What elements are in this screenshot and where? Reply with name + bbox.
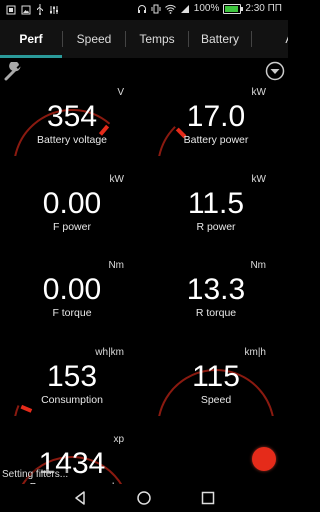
- gauge-consumption[interactable]: wh|km 153 Consumption: [0, 330, 144, 416]
- tab-battery[interactable]: Battery: [189, 20, 251, 58]
- gauge-value: 0.00: [42, 187, 102, 220]
- gauge-value: 17.0: [186, 100, 246, 133]
- signal-icon: [180, 5, 189, 13]
- gauge-unit: Nm: [108, 260, 124, 271]
- gauge-unit: wh|km: [95, 347, 124, 358]
- gauge-unit: xp: [113, 434, 124, 445]
- gauge-value: 354: [46, 100, 98, 133]
- headphones-icon: [137, 5, 146, 13]
- gauge-value: 0.00: [42, 273, 102, 306]
- gauge-value: 11.5: [187, 187, 245, 220]
- gauge-label: R power: [196, 221, 236, 233]
- gauge-label: F torque: [52, 307, 92, 319]
- gauge-speed[interactable]: km|h 115 Speed: [144, 330, 288, 416]
- gauge-label: R torque: [195, 307, 237, 319]
- gauge-label: Battery power: [183, 134, 249, 146]
- battery-percent: 100%: [193, 3, 220, 14]
- recents-icon[interactable]: [200, 490, 216, 506]
- gauge-unit: kW: [109, 174, 124, 185]
- gauge-label: F power: [53, 221, 91, 233]
- status-bar: 100% 2:30 ПП: [0, 0, 288, 20]
- image-icon: [21, 5, 31, 14]
- tab-temps[interactable]: Temps: [126, 20, 188, 58]
- gauge-value: 115: [192, 360, 240, 393]
- gauge-unit: kW: [251, 174, 266, 185]
- battery-icon: [223, 4, 244, 14]
- home-icon[interactable]: [136, 490, 152, 506]
- gauge-unit: km|h: [244, 347, 267, 358]
- gauge-label: Battery voltage: [36, 134, 108, 146]
- gauge-label: Speed: [200, 394, 232, 406]
- toast-message: Setting filters...: [0, 469, 71, 480]
- gauge-needle: [20, 404, 33, 413]
- tab-divider: [251, 31, 252, 47]
- gauge-f-torque[interactable]: Nm 0.00 F torque: [0, 243, 144, 329]
- settings-icon: [50, 5, 58, 14]
- gauge-value: 153: [46, 360, 98, 393]
- tab-perf[interactable]: Perf: [0, 20, 62, 58]
- gauge-progress-arc: [14, 405, 20, 416]
- tab-speed[interactable]: Speed: [63, 20, 125, 58]
- tab-bar: Perf Speed Temps Battery All: [0, 20, 288, 58]
- back-icon[interactable]: [72, 490, 88, 506]
- usb-icon: [37, 4, 43, 15]
- app-icon: [6, 5, 16, 14]
- battery-fill: [225, 6, 239, 12]
- tab-all[interactable]: All: [272, 20, 288, 58]
- tab-active-indicator: [0, 55, 62, 58]
- gauge-unit: kW: [251, 87, 266, 98]
- gauge-label: Consumption: [41, 394, 103, 406]
- vibrate-icon: [151, 4, 161, 14]
- gauge-battery-voltage[interactable]: V 354 Battery voltage: [0, 70, 144, 156]
- gauge-unit: Nm: [250, 260, 266, 271]
- gauge-f-power[interactable]: kW 0.00 F power: [0, 157, 144, 243]
- gauge-r-power[interactable]: kW 11.5 R power: [144, 157, 288, 243]
- gauge-unit: V: [117, 87, 124, 98]
- record-button[interactable]: [252, 447, 276, 471]
- wifi-icon: [164, 4, 176, 14]
- clock: 2:30 ПП: [245, 3, 282, 14]
- gauge-value: 13.3: [186, 273, 246, 306]
- gauge-battery-power[interactable]: kW 17.0 Battery power: [144, 70, 288, 156]
- navigation-bar: [0, 484, 288, 512]
- gauge-r-torque[interactable]: Nm 13.3 R torque: [144, 243, 288, 329]
